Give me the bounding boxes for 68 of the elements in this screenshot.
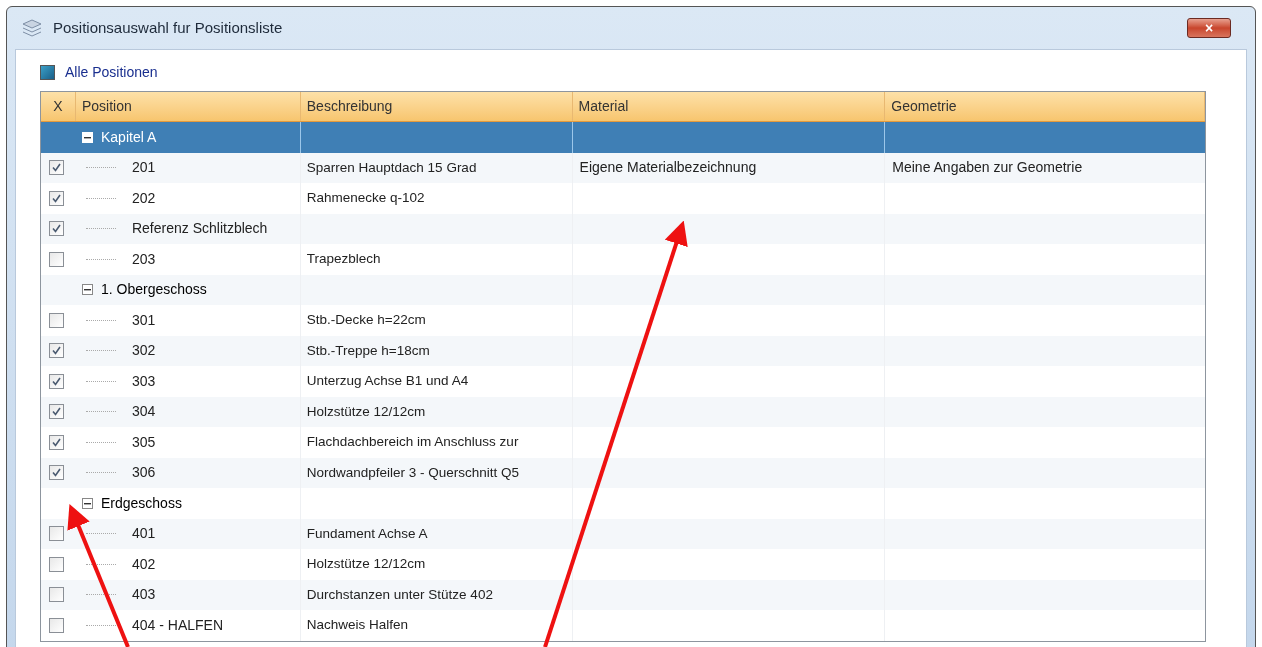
position-cell-text: 303 (131, 371, 156, 391)
checkbox[interactable] (49, 343, 64, 359)
checkbox[interactable] (49, 617, 64, 633)
checkbox[interactable] (49, 434, 64, 450)
checkmark-icon (51, 162, 62, 174)
position-cell-text: 302 (131, 341, 156, 361)
description-cell-text: Holzstütze 12/12cm (306, 402, 426, 421)
column-header[interactable]: Beschreibung (300, 92, 573, 121)
collapse-toggle[interactable] (81, 284, 93, 296)
position-cell-text: 402 (131, 554, 156, 574)
position-cell-text: 404 - HALFEN (131, 615, 223, 635)
checkbox[interactable] (49, 556, 64, 572)
description-cell-text: Flachdachbereich im Anschluss zur (306, 433, 519, 452)
checkbox[interactable] (49, 221, 64, 237)
description-cell-text: Fundament Achse A (306, 524, 428, 543)
position-cell-text: 401 (131, 524, 156, 544)
group-row[interactable]: 1. Obergeschoss (41, 274, 1205, 305)
position-cell-text: 301 (131, 310, 156, 330)
checkmark-icon (51, 467, 62, 479)
position-cell-text: 304 (131, 402, 156, 422)
column-header[interactable]: X (41, 92, 76, 121)
checkbox[interactable] (49, 251, 64, 267)
material-cell-text: Eigene Materialbezeichnung (579, 158, 757, 178)
checkmark-icon (51, 223, 62, 235)
checkmark-icon (51, 192, 62, 204)
position-cell-text: 203 (131, 249, 156, 269)
description-cell-text: Nachweis Halfen (306, 616, 409, 635)
checkmark-icon (51, 345, 62, 357)
checkbox[interactable] (49, 160, 64, 176)
select-all-checkbox[interactable] (40, 64, 55, 80)
position-cell-text: 403 (131, 585, 156, 605)
checkbox[interactable] (49, 404, 64, 420)
description-cell-text: Rahmenecke q-102 (306, 189, 425, 208)
column-header[interactable]: Position (75, 92, 301, 121)
close-button[interactable]: × (1187, 18, 1231, 38)
layers-icon (21, 18, 43, 38)
description-cell-text: Holzstütze 12/12cm (306, 555, 426, 574)
select-all-link[interactable]: Alle Positionen (65, 61, 158, 83)
position-cell-text: 201 (131, 158, 156, 178)
checkbox[interactable] (49, 373, 64, 389)
checkbox[interactable] (49, 526, 64, 542)
description-cell-text: Nordwandpfeiler 3 - Querschnitt Q5 (306, 463, 520, 482)
window-title: Positionsauswahl fur Positionsliste (53, 17, 283, 38)
column-header[interactable]: Material (572, 92, 886, 121)
checkbox[interactable] (49, 312, 64, 328)
group-label: Erdgeschoss (100, 493, 182, 513)
checkbox[interactable] (49, 587, 64, 603)
checkmark-icon (51, 436, 62, 448)
description-cell-text: Stb.-Treppe h=18cm (306, 341, 430, 360)
checkbox[interactable] (49, 465, 64, 481)
geometry-cell-text: Meine Angaben zur Geometrie (892, 158, 1083, 178)
position-cell-text: 202 (131, 188, 156, 208)
checkbox[interactable] (49, 190, 64, 206)
description-cell-text: Durchstanzen unter Stütze 402 (306, 585, 493, 604)
description-cell-text: Unterzug Achse B1 und A4 (306, 372, 469, 391)
description-cell-text: Sparren Hauptdach 15 Grad (306, 158, 477, 177)
checkmark-icon (51, 375, 62, 387)
group-row[interactable]: Kapitel A (41, 122, 1205, 153)
position-cell-text: Referenz Schlitzblech (131, 219, 268, 239)
description-cell-text: Stb.-Decke h=22cm (306, 311, 426, 330)
group-label: Kapitel A (100, 127, 157, 147)
group-label: 1. Obergeschoss (100, 280, 207, 300)
column-header[interactable]: Geometrie (885, 92, 1205, 121)
description-cell-text: Trapezblech (306, 250, 381, 269)
checkmark-icon (51, 406, 62, 418)
collapse-toggle[interactable] (81, 497, 93, 509)
position-cell-text: 306 (131, 463, 156, 483)
position-cell-text: 305 (131, 432, 156, 452)
